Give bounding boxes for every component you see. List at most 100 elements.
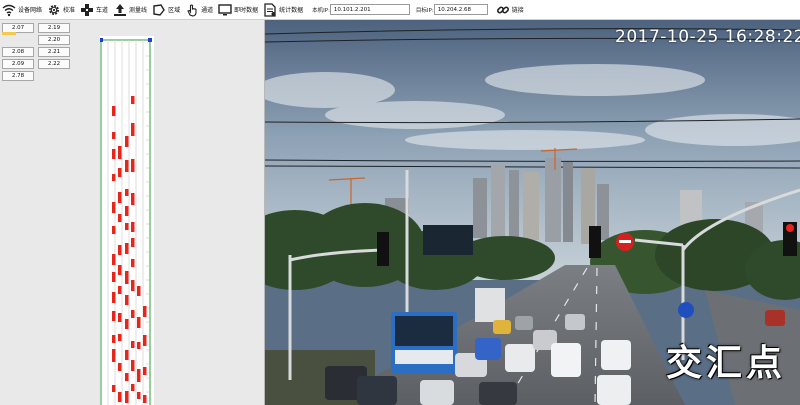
detection-mark bbox=[112, 132, 116, 139]
local-ip-label: 本机IP: bbox=[312, 7, 330, 14]
region-button[interactable]: 区域 bbox=[150, 0, 183, 20]
detection-mark bbox=[131, 193, 135, 205]
detection-mark bbox=[131, 238, 135, 247]
statistics-label: 统计数据 bbox=[279, 7, 304, 14]
detection-mark bbox=[125, 206, 129, 216]
detection-mark bbox=[112, 385, 116, 392]
detection-mark bbox=[131, 123, 135, 136]
detection-mark bbox=[131, 259, 135, 267]
wifi-icon bbox=[2, 4, 16, 16]
calibrate-button[interactable]: 校准 bbox=[45, 0, 78, 20]
local-ip-input[interactable] bbox=[329, 4, 410, 15]
detection-mark bbox=[112, 272, 116, 282]
detection-mark bbox=[125, 271, 129, 284]
overhead-sign bbox=[423, 225, 473, 255]
device-network-label: 设备网络 bbox=[18, 7, 43, 14]
detection-panel: 2.07 2.19 2.20 2.08 2.21 2.09 2.22 2.78 bbox=[0, 20, 265, 405]
detection-mark bbox=[137, 342, 141, 349]
target-ip-input[interactable] bbox=[433, 4, 488, 15]
statistics-button[interactable]: 统计数据 bbox=[261, 0, 306, 20]
traffic-light-left bbox=[377, 232, 389, 266]
lanes-button[interactable]: 车道 bbox=[78, 0, 111, 20]
realtime-data-label: 即时数据 bbox=[234, 7, 259, 14]
document-icon bbox=[264, 2, 276, 17]
detection-mark bbox=[118, 334, 122, 341]
calibrate-label: 校准 bbox=[63, 7, 76, 14]
channel-button[interactable]: 通道 bbox=[183, 0, 216, 20]
city-bus bbox=[391, 312, 457, 374]
lane-button[interactable]: 2.09 bbox=[2, 59, 34, 69]
lane-detection-chart bbox=[100, 36, 154, 405]
distant-bus bbox=[475, 288, 505, 322]
detection-mark bbox=[112, 292, 116, 303]
handle-right[interactable] bbox=[148, 38, 152, 42]
hand-icon bbox=[187, 3, 197, 17]
upload-icon bbox=[114, 3, 127, 16]
target-ip-label: 目标IP: bbox=[415, 7, 434, 14]
detection-mark bbox=[131, 310, 135, 318]
lane-button[interactable]: 2.08 bbox=[2, 47, 34, 57]
link-label: 链接 bbox=[511, 7, 524, 14]
lane-button[interactable]: 2.21 bbox=[38, 47, 70, 57]
detection-mark bbox=[131, 384, 135, 391]
detection-mark bbox=[125, 136, 129, 147]
detection-mark bbox=[112, 335, 116, 343]
detection-mark bbox=[118, 363, 122, 371]
timestamp-overlay: 2017-10-25 16:28:22 星期 bbox=[615, 27, 800, 47]
detection-mark bbox=[125, 160, 129, 172]
detection-mark bbox=[131, 96, 135, 104]
detection-mark bbox=[143, 395, 147, 403]
detection-mark bbox=[118, 192, 122, 203]
monitor-icon bbox=[218, 3, 232, 15]
detection-mark bbox=[131, 222, 135, 232]
detection-mark bbox=[125, 223, 129, 230]
lane-button[interactable]: 2.78 bbox=[2, 71, 34, 81]
link-button[interactable]: 链接 bbox=[494, 0, 527, 20]
detection-mark bbox=[125, 373, 129, 381]
detection-mark bbox=[118, 168, 122, 177]
no-entry-bar bbox=[619, 240, 631, 243]
detection-mark bbox=[112, 202, 116, 213]
detection-mark bbox=[118, 392, 122, 402]
red-signal bbox=[786, 224, 794, 232]
lane-button[interactable]: 2.22 bbox=[38, 59, 70, 69]
detection-mark bbox=[112, 349, 116, 362]
detection-mark bbox=[137, 286, 141, 296]
detection-mark bbox=[118, 313, 122, 322]
detection-mark bbox=[112, 149, 116, 159]
detection-mark bbox=[131, 360, 135, 371]
channel-label: 通道 bbox=[201, 7, 214, 14]
lane-button[interactable]: 2.20 bbox=[38, 35, 70, 45]
detection-mark bbox=[118, 146, 122, 159]
video-feed[interactable]: 2017-10-25 16:28:22 星期 交汇点 bbox=[265, 20, 800, 405]
measure-line-button[interactable]: 测量线 bbox=[111, 0, 150, 20]
toolbar: 设备网络 校准 车道 测量线 区域 通道 即时数据 统计数据 本机IP: 10.… bbox=[0, 0, 800, 20]
detection-mark bbox=[143, 335, 147, 346]
detection-mark bbox=[125, 189, 129, 196]
news-watermark: 交汇点 bbox=[665, 342, 786, 384]
detection-mark bbox=[143, 306, 147, 317]
detection-mark bbox=[143, 367, 147, 375]
detection-mark bbox=[112, 254, 116, 265]
detection-mark bbox=[125, 391, 129, 403]
handle-left[interactable] bbox=[100, 38, 103, 42]
lanes-label: 车道 bbox=[96, 7, 109, 14]
detection-mark bbox=[137, 392, 141, 399]
device-network-button[interactable]: 设备网络 bbox=[0, 0, 45, 20]
detection-mark bbox=[118, 245, 122, 255]
detection-mark bbox=[137, 317, 141, 328]
detection-mark bbox=[112, 106, 116, 116]
link-icon bbox=[496, 5, 509, 14]
lanes-icon bbox=[81, 3, 94, 16]
detection-mark bbox=[125, 319, 129, 329]
detection-mark bbox=[137, 369, 141, 382]
detection-mark bbox=[131, 341, 135, 348]
detection-mark bbox=[112, 226, 116, 234]
detection-mark bbox=[118, 214, 122, 222]
gear-icon bbox=[49, 4, 60, 15]
detection-mark bbox=[125, 243, 129, 254]
detection-mark bbox=[112, 311, 116, 321]
realtime-data-button[interactable]: 即时数据 bbox=[216, 0, 261, 20]
region-icon bbox=[153, 3, 165, 16]
lane-button[interactable]: 2.19 bbox=[38, 23, 70, 33]
